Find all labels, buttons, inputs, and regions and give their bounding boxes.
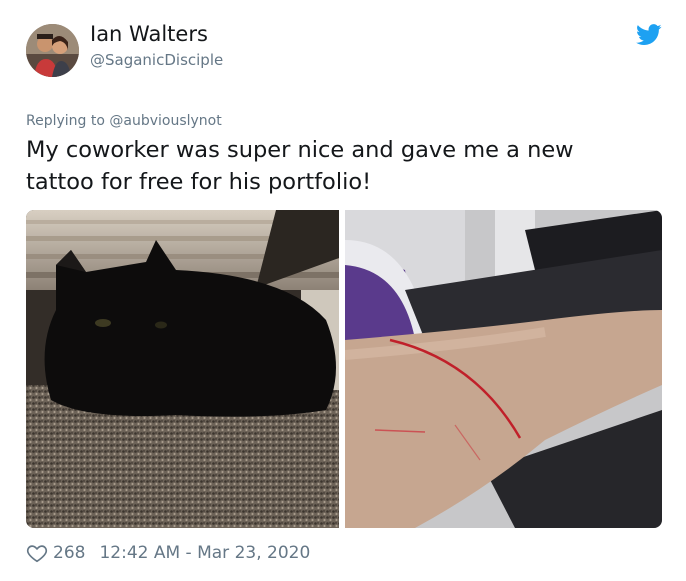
scratched-forearm-photo [345,210,662,528]
media-image-arm[interactable] [345,210,662,528]
tweet-footer: 268 12:42 AM - Mar 23, 2020 [26,541,310,565]
avatar-photo [26,24,79,77]
tweet-text: My coworker was super nice and gave me a… [26,137,574,195]
avatar[interactable] [26,24,79,77]
author-handle[interactable]: @SaganicDisciple [90,51,223,69]
reply-context[interactable]: Replying to @aubviouslynot [26,113,222,129]
timestamp[interactable]: 12:42 AM - Mar 23, 2020 [99,543,310,563]
media-image-cat[interactable] [26,210,339,528]
heart-icon[interactable] [26,542,48,564]
twitter-bird-icon[interactable] [636,24,662,46]
like-count[interactable]: 268 [53,543,85,563]
author-display-name[interactable]: Ian Walters [90,22,208,46]
black-cat-photo [26,210,339,528]
